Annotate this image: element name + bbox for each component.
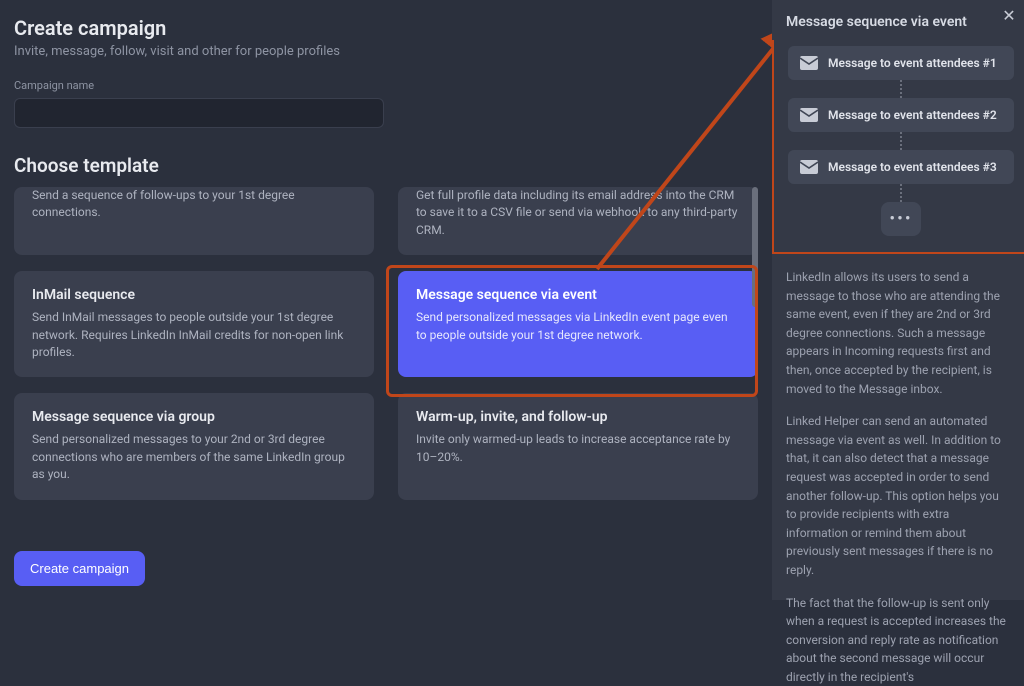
sequence-step[interactable]: Message to event attendees #2: [788, 98, 1014, 132]
choose-template-heading: Choose template: [14, 154, 758, 177]
template-card[interactable]: Send a sequence of follow-ups to your 1s…: [14, 187, 374, 255]
close-icon[interactable]: ✕: [1000, 6, 1018, 24]
step-connector: [900, 80, 902, 98]
template-desc: Get full profile data including its emai…: [416, 187, 740, 239]
step-label: Message to event attendees #2: [828, 108, 997, 122]
template-desc: Send personalized messages via LinkedIn …: [416, 309, 740, 344]
template-desc: Send a sequence of follow-ups to your 1s…: [32, 187, 356, 222]
side-panel-title: Message sequence via event: [786, 14, 1010, 30]
templates-scroll[interactable]: Send a sequence of follow-ups to your 1s…: [14, 187, 758, 557]
create-campaign-button[interactable]: Create campaign: [14, 551, 145, 586]
template-card-message-group[interactable]: Message sequence via group Send personal…: [14, 393, 374, 499]
step-label: Message to event attendees #3: [828, 160, 997, 174]
message-icon: [800, 108, 818, 122]
scrollbar-thumb[interactable]: [752, 187, 758, 307]
main-panel: Create campaign Invite, message, follow,…: [0, 0, 772, 600]
side-paragraph: LinkedIn allows its users to send a mess…: [786, 268, 1010, 398]
template-desc: Send personalized messages to your 2nd o…: [32, 431, 356, 483]
side-paragraph: Linked Helper can send an automated mess…: [786, 412, 1010, 579]
template-title: Warm-up, invite, and follow-up: [416, 409, 740, 425]
template-card-warmup[interactable]: Warm-up, invite, and follow-up Invite on…: [398, 393, 758, 499]
sequence-step[interactable]: Message to event attendees #1: [788, 46, 1014, 80]
message-icon: [800, 160, 818, 174]
step-connector: [900, 132, 902, 150]
template-card-message-event[interactable]: Message sequence via event Send personal…: [398, 271, 758, 377]
side-paragraph: The fact that the follow-up is sent only…: [786, 594, 1010, 686]
side-header: Message sequence via event ✕: [772, 0, 1024, 40]
step-connector: [900, 184, 902, 202]
template-desc: Invite only warmed-up leads to increase …: [416, 431, 740, 466]
sequence-steps-area: Message to event attendees #1 Message to…: [772, 40, 1024, 254]
sequence-step[interactable]: Message to event attendees #3: [788, 150, 1014, 184]
campaign-name-input[interactable]: [14, 98, 384, 128]
template-title: Message sequence via event: [416, 287, 740, 303]
step-label: Message to event attendees #1: [828, 56, 997, 70]
side-description: LinkedIn allows its users to send a mess…: [772, 254, 1024, 686]
template-card[interactable]: Get full profile data including its emai…: [398, 187, 758, 255]
templates-grid: Send a sequence of follow-ups to your 1s…: [14, 187, 758, 500]
campaign-name-label: Campaign name: [14, 79, 758, 92]
template-card-inmail[interactable]: InMail sequence Send InMail messages to …: [14, 271, 374, 377]
template-title: Message sequence via group: [32, 409, 356, 425]
more-steps-button[interactable]: •••: [881, 202, 921, 236]
message-icon: [800, 56, 818, 70]
template-title: InMail sequence: [32, 287, 356, 303]
template-desc: Send InMail messages to people outside y…: [32, 309, 356, 361]
side-panel: Message sequence via event ✕ Message to …: [772, 0, 1024, 600]
page-title: Create campaign: [14, 16, 758, 40]
page-subtitle: Invite, message, follow, visit and other…: [14, 44, 758, 59]
